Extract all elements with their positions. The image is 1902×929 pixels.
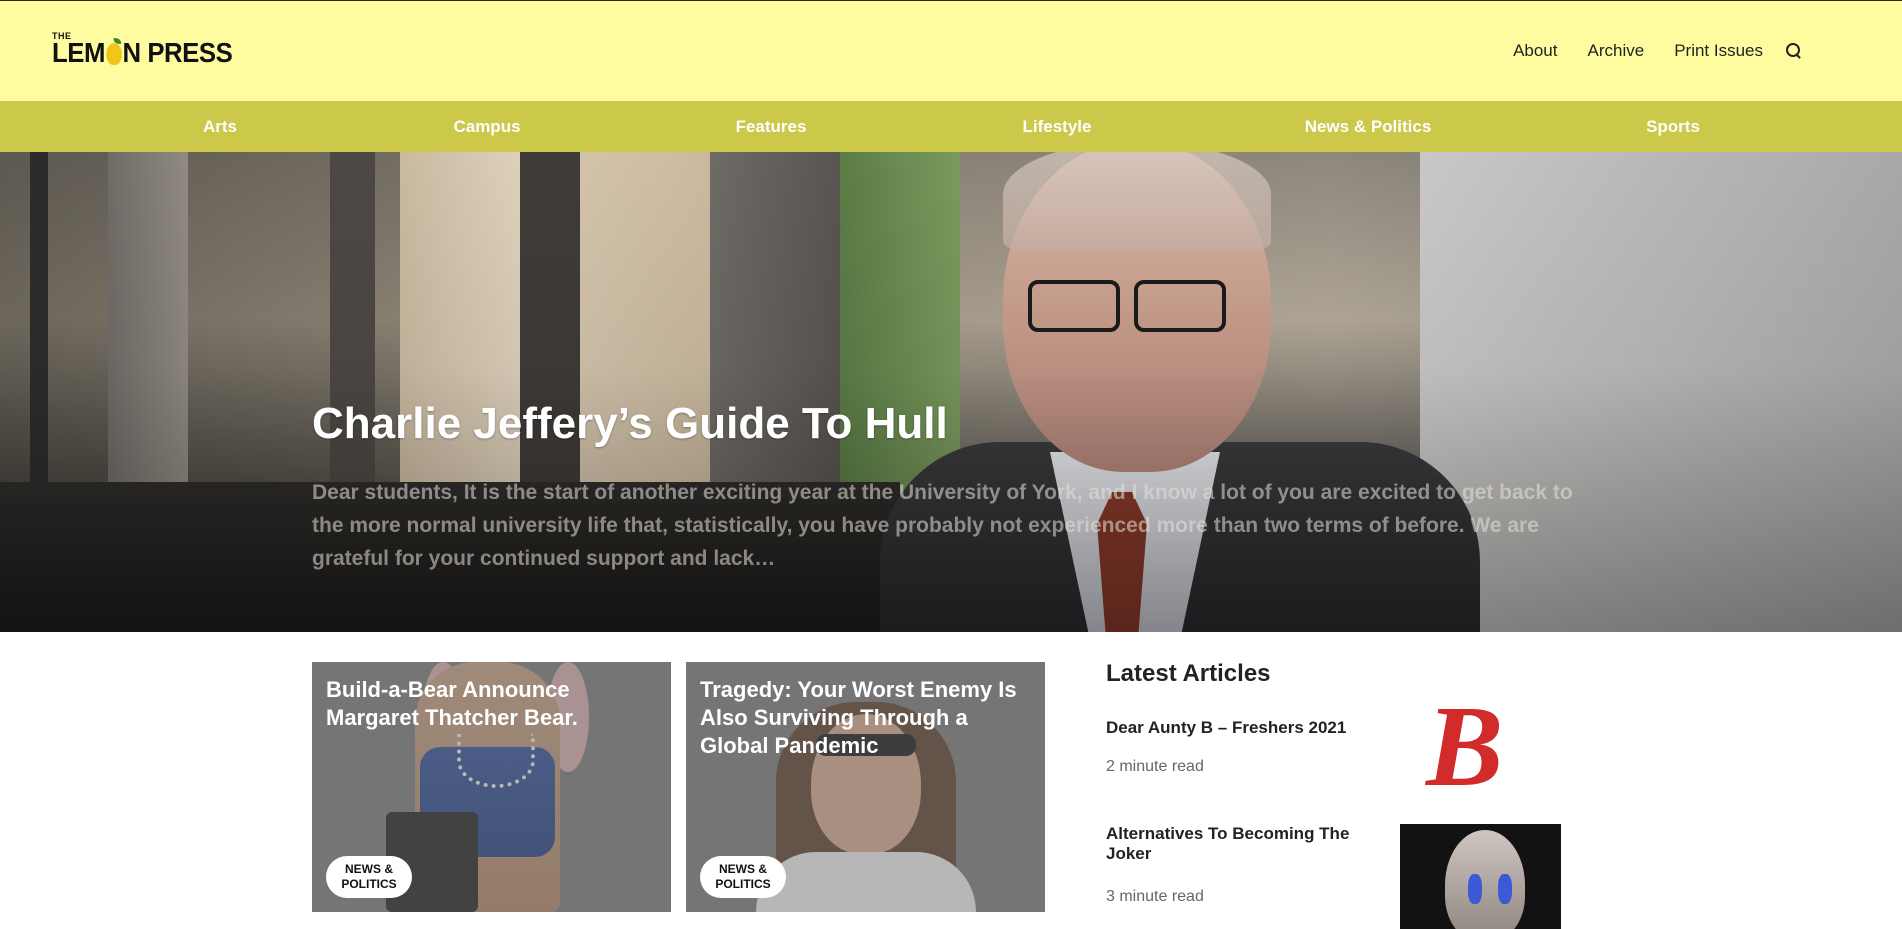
category-bar: Arts Campus Features Lifestyle News & Po… xyxy=(0,101,1902,152)
article-card-bear[interactable]: Build-a-Bear Announce Margaret Thatcher … xyxy=(312,662,671,912)
nav-archive-link[interactable]: Archive xyxy=(1588,41,1645,61)
nav-about-link[interactable]: About xyxy=(1513,41,1557,61)
category-features[interactable]: Features xyxy=(736,117,807,137)
logo-word-right: N PRESS xyxy=(122,37,233,68)
hero-excerpt: Dear students, It is the start of anothe… xyxy=(312,481,1573,570)
read-time: 2 minute read xyxy=(1106,758,1204,775)
lemon-icon xyxy=(105,38,122,65)
category-lifestyle[interactable]: Lifestyle xyxy=(1023,117,1092,137)
site-logo[interactable]: THE LEM N PRESS xyxy=(52,31,233,71)
category-badge[interactable]: NEWS & POLITICS xyxy=(326,856,412,898)
category-campus[interactable]: Campus xyxy=(453,117,520,137)
article-card-worst-enemy[interactable]: Tragedy: Your Worst Enemy Is Also Surviv… xyxy=(686,662,1045,912)
nav-print-issues-link[interactable]: Print Issues xyxy=(1674,41,1763,61)
latest-articles-heading: Latest Articles xyxy=(1106,660,1271,687)
category-sports[interactable]: Sports xyxy=(1646,117,1700,137)
latest-article-title[interactable]: Alternatives To Becoming The Joker xyxy=(1106,824,1351,864)
category-arts[interactable]: Arts xyxy=(203,117,237,137)
category-news-politics[interactable]: News & Politics xyxy=(1305,117,1432,137)
latest-article-title[interactable]: Dear Aunty B – Freshers 2021 xyxy=(1106,718,1351,738)
latest-article-item[interactable]: Dear Aunty B – Freshers 2021 2 minute re… xyxy=(1106,703,1561,818)
joker-photo-thumbnail[interactable] xyxy=(1400,824,1561,929)
read-time: 3 minute read xyxy=(1106,888,1204,905)
aunty-b-logo-icon[interactable]: B xyxy=(1400,703,1561,808)
logo-word-left: LEM xyxy=(52,37,106,68)
card-title[interactable]: Build-a-Bear Announce Margaret Thatcher … xyxy=(326,676,657,732)
hero-title[interactable]: Charlie Jeffery’s Guide To Hull xyxy=(312,399,948,449)
site-header: THE LEM N PRESS About Archive Print Issue… xyxy=(0,0,1902,101)
top-navigation: About Archive Print Issues xyxy=(1483,41,1803,61)
latest-article-item[interactable]: Alternatives To Becoming The Joker 3 min… xyxy=(1106,824,1561,929)
hero-featured-article[interactable]: Charlie Jeffery’s Guide To Hull Dear stu… xyxy=(0,152,1902,632)
category-badge[interactable]: NEWS & POLITICS xyxy=(700,856,786,898)
card-title[interactable]: Tragedy: Your Worst Enemy Is Also Surviv… xyxy=(700,676,1031,760)
search-icon[interactable] xyxy=(1785,42,1803,60)
logo-wordmark: LEM N PRESS xyxy=(52,37,233,69)
